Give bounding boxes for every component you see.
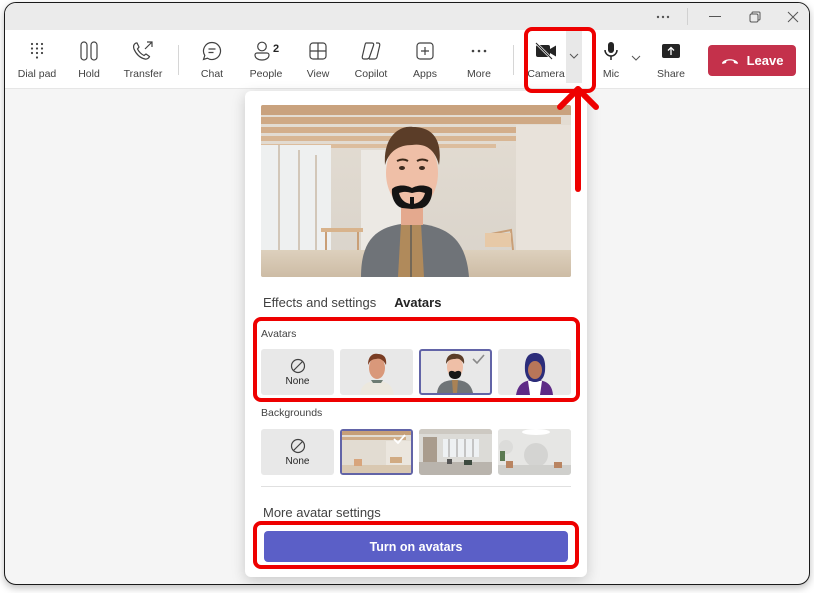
- share-button[interactable]: Share: [653, 30, 689, 89]
- background-thumbnail: [419, 429, 492, 475]
- background-tile-2[interactable]: [419, 429, 492, 475]
- apps-label: Apps: [413, 68, 437, 80]
- transfer-label: Transfer: [123, 68, 163, 80]
- avatar-flyout-panel: Effects and settings Avatars Avatars Non…: [245, 91, 587, 577]
- phone-hangup-icon: [721, 58, 738, 64]
- title-bar: [5, 3, 809, 30]
- background-thumbnail: [498, 429, 571, 475]
- person-icon: [254, 41, 270, 61]
- close-button[interactable]: [775, 3, 809, 30]
- tab-effects-and-settings[interactable]: Effects and settings: [263, 295, 376, 310]
- people-button[interactable]: 2 People: [243, 30, 289, 89]
- mic-options-chevron[interactable]: [629, 51, 643, 65]
- mic-button[interactable]: Mic: [597, 30, 625, 89]
- camera-callout-highlight: [524, 27, 596, 93]
- dialpad-icon: [30, 42, 44, 59]
- close-icon: [787, 11, 799, 22]
- ellipsis-icon: [471, 49, 487, 53]
- background-tile-1[interactable]: [340, 429, 413, 475]
- background-tile-none[interactable]: None: [261, 429, 334, 475]
- transfer-button[interactable]: Transfer: [119, 30, 167, 89]
- restore-icon: [749, 11, 761, 22]
- prohibited-icon: [290, 438, 305, 453]
- toolbar-divider: [513, 45, 514, 75]
- avatar-preview: [261, 105, 571, 277]
- leave-button[interactable]: Leave: [708, 45, 796, 76]
- tab-avatars[interactable]: Avatars: [394, 295, 441, 310]
- background-tile-3[interactable]: [498, 429, 571, 475]
- plus-square-icon: [416, 42, 434, 60]
- grid-icon: [309, 42, 327, 60]
- copilot-button[interactable]: Copilot: [349, 30, 393, 89]
- view-button[interactable]: View: [301, 30, 335, 89]
- panel-tabs: Effects and settings Avatars: [263, 295, 441, 310]
- pause-icon: [80, 41, 98, 61]
- dial-pad-button[interactable]: Dial pad: [13, 30, 61, 89]
- more-label: More: [467, 68, 491, 80]
- call-toolbar: Dial pad Hold Transfer Chat 2 People Vie…: [5, 30, 809, 89]
- ellipsis-icon: [656, 15, 670, 18]
- toolbar-divider: [178, 45, 179, 75]
- teams-call-window: Dial pad Hold Transfer Chat 2 People Vie…: [4, 2, 810, 585]
- more-avatar-settings-link[interactable]: More avatar settings: [263, 505, 381, 520]
- copilot-icon: [361, 42, 381, 60]
- view-label: View: [306, 68, 330, 80]
- restore-button[interactable]: [735, 3, 775, 30]
- chat-label: Chat: [200, 68, 224, 80]
- hold-button[interactable]: Hold: [71, 30, 107, 89]
- titlebar-divider: [687, 8, 688, 25]
- hold-label: Hold: [78, 68, 100, 80]
- minimize-button[interactable]: [695, 3, 735, 30]
- backgrounds-list: None: [261, 429, 571, 475]
- more-button[interactable]: More: [459, 30, 499, 89]
- leave-label: Leave: [746, 53, 784, 68]
- callout-arrow-icon: [557, 86, 599, 192]
- phone-transfer-icon: [133, 41, 153, 60]
- more-options-button[interactable]: [645, 3, 681, 30]
- minimize-icon: [709, 15, 721, 17]
- chat-icon: [202, 41, 222, 61]
- chevron-down-icon: [631, 55, 641, 61]
- share-label: Share: [656, 68, 686, 80]
- turn-on-avatars-button[interactable]: Turn on avatars: [264, 531, 568, 562]
- chat-button[interactable]: Chat: [193, 30, 231, 89]
- backgrounds-section-label: Backgrounds: [261, 407, 323, 419]
- people-count: 2: [272, 43, 280, 55]
- section-divider: [261, 486, 571, 487]
- apps-button[interactable]: Apps: [407, 30, 443, 89]
- copilot-label: Copilot: [354, 68, 388, 80]
- people-label: People: [249, 68, 283, 80]
- mic-label: Mic: [602, 68, 620, 80]
- avatars-callout-highlight: [253, 317, 580, 402]
- checkmark-icon: [393, 434, 406, 444]
- share-icon: [662, 44, 680, 58]
- background-none-label: None: [285, 455, 310, 467]
- microphone-icon: [604, 42, 618, 60]
- dial-pad-label: Dial pad: [17, 68, 57, 80]
